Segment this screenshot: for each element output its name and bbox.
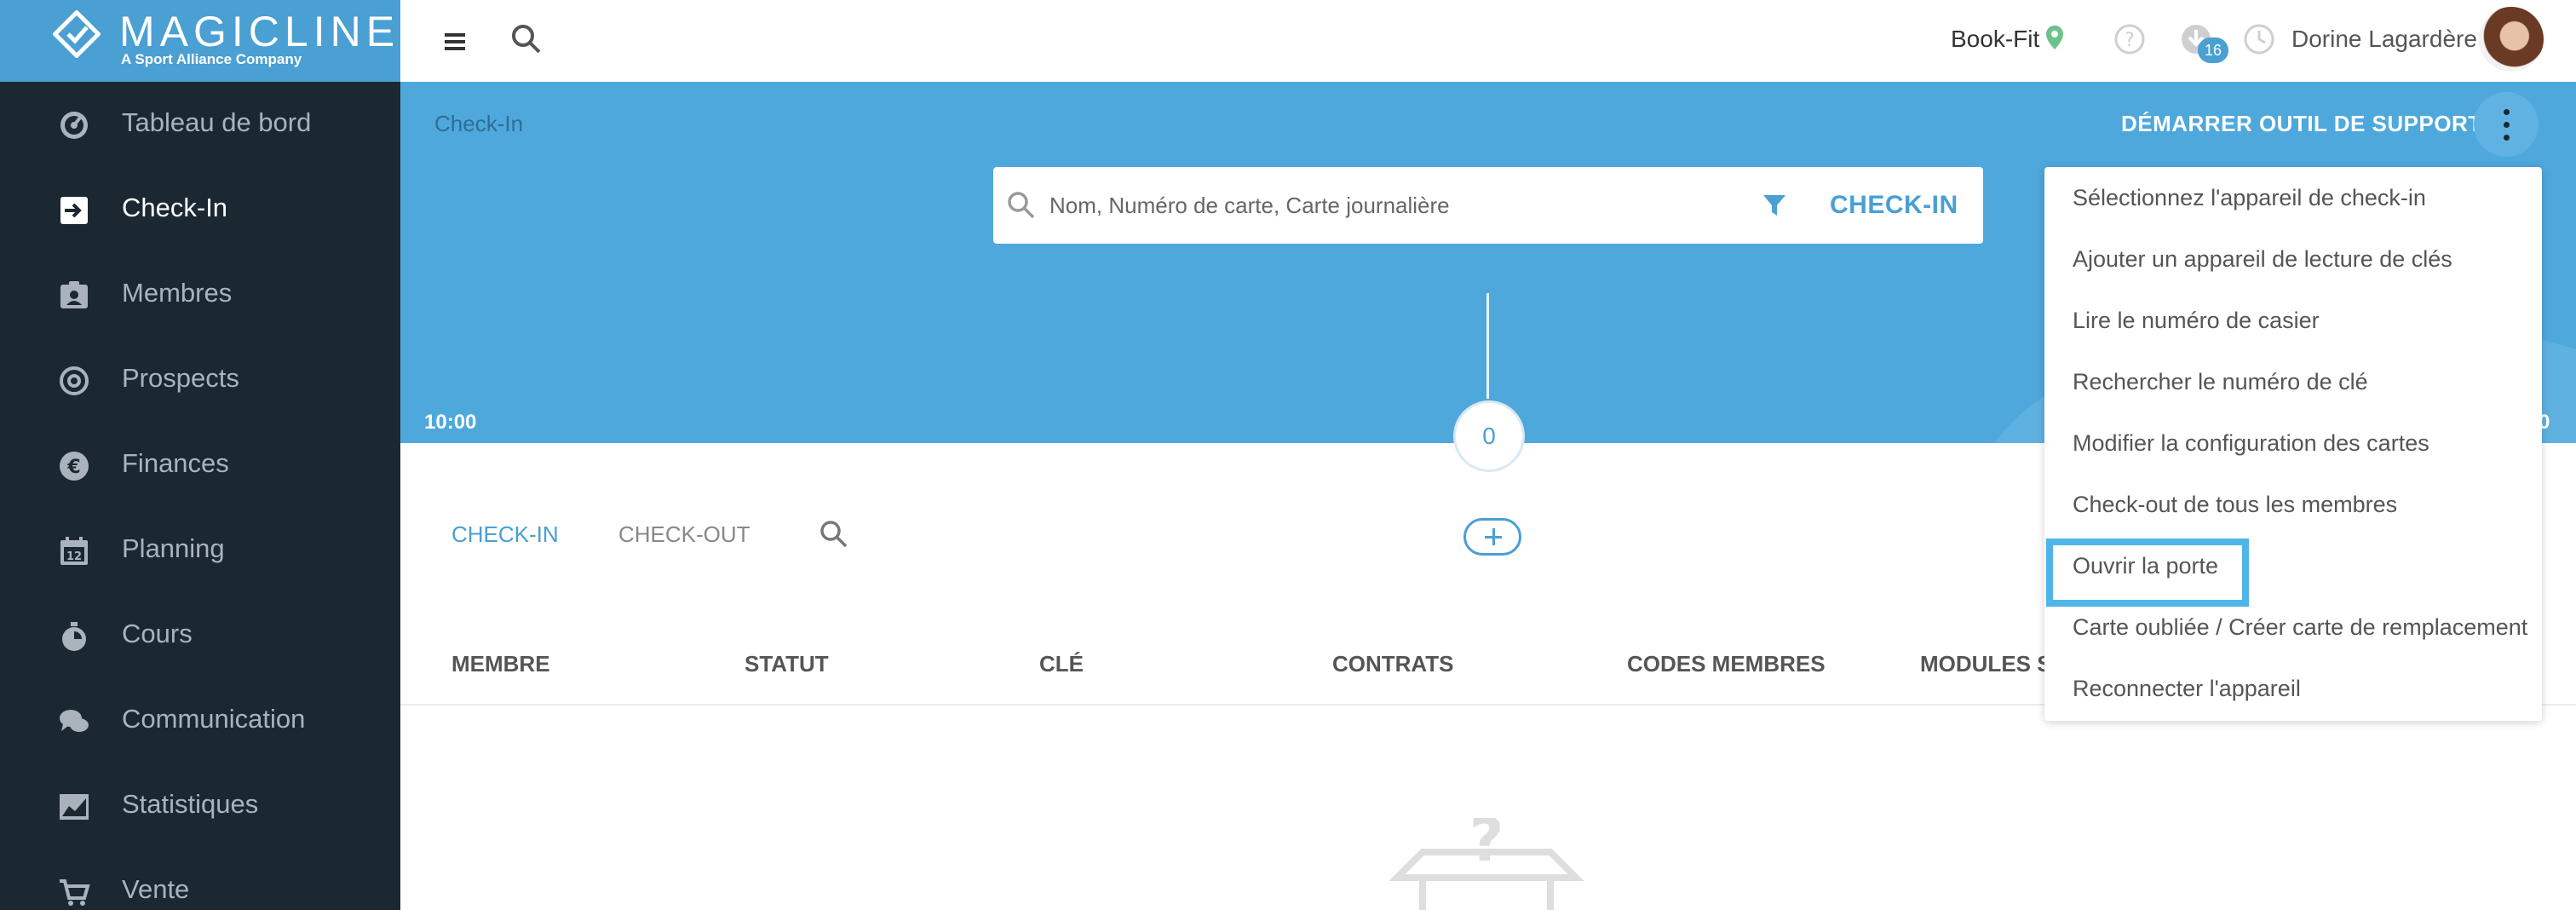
- sign-in-icon: [60, 197, 88, 224]
- svg-text:12: 12: [66, 550, 82, 563]
- sidebar-item-check-in[interactable]: Check-In: [0, 167, 400, 252]
- sidebar-item-label: Finances: [122, 448, 229, 478]
- timeline-start-label: 10:00: [424, 411, 477, 434]
- sidebar-item-label: Check-In: [122, 193, 228, 222]
- member-card-icon: [60, 281, 88, 308]
- kebab-dot-icon: [2504, 109, 2510, 115]
- search-icon: [1008, 192, 1035, 219]
- tab-check-in[interactable]: CHECK-IN: [451, 521, 559, 548]
- more-options-button[interactable]: [2474, 92, 2539, 157]
- checkin-count-circle: 0: [1453, 400, 1525, 472]
- notification-badge: 16: [2198, 37, 2228, 63]
- sidebar-item-communication[interactable]: Communication: [0, 678, 400, 763]
- brand-tagline: A Sport Alliance Company: [121, 51, 302, 67]
- sidebar-item-label: Cours: [122, 619, 193, 648]
- sidebar-item-label: Vente: [122, 874, 190, 904]
- sidebar-item-label: Statistiques: [122, 789, 259, 819]
- menu-item-add-key-reader[interactable]: Ajouter un appareil de lecture de clés: [2044, 228, 2542, 290]
- highlight-box: [2046, 539, 2249, 607]
- euro-icon: €: [60, 452, 89, 481]
- more-options-menu: Sélectionnez l'appareil de check-in Ajou…: [2044, 167, 2542, 721]
- kebab-dot-icon: [2504, 135, 2510, 141]
- menu-item-edit-card-config[interactable]: Modifier la configuration des cartes: [2044, 412, 2542, 474]
- studio-selector[interactable]: Book-Fit: [1951, 26, 2039, 53]
- sidebar-item-finances[interactable]: € Finances: [0, 423, 400, 508]
- sidebar-item-vente[interactable]: Vente: [0, 849, 400, 910]
- chart-icon: [60, 794, 89, 820]
- column-header-cle[interactable]: CLÉ: [1039, 651, 1084, 677]
- menu-item-read-locker-number[interactable]: Lire le numéro de casier: [2044, 290, 2542, 351]
- sidebar-item-label: Tableau de bord: [122, 107, 312, 137]
- sidebar-item-prospects[interactable]: Prospects: [0, 337, 400, 423]
- sidebar-item-label: Membres: [122, 278, 233, 308]
- sidebar-item-label: Planning: [122, 533, 225, 563]
- tab-check-out[interactable]: CHECK-OUT: [618, 521, 750, 548]
- avatar[interactable]: [2479, 7, 2544, 72]
- location-pin-icon: [2046, 26, 2063, 49]
- menu-item-checkout-all-members[interactable]: Check-out de tous les membres: [2044, 474, 2542, 535]
- clock-icon[interactable]: [2242, 22, 2276, 56]
- breadcrumb[interactable]: Check-In: [434, 111, 523, 137]
- start-support-tool-button[interactable]: DÉMARRER OUTIL DE SUPPORT: [2121, 111, 2482, 137]
- checkin-submit-button[interactable]: CHECK-IN: [1830, 191, 1958, 220]
- cart-icon: [60, 879, 90, 906]
- timeline-now-marker: [1486, 293, 1489, 399]
- column-header-codes-membres[interactable]: CODES MEMBRES: [1627, 651, 1826, 677]
- checkin-search-box: CHECK-IN: [993, 167, 1983, 244]
- column-header-statut[interactable]: STATUT: [745, 651, 829, 677]
- search-icon[interactable]: [509, 22, 543, 56]
- checkin-search-input[interactable]: [1049, 186, 1748, 225]
- svg-text:€: €: [66, 457, 80, 478]
- kebab-dot-icon: [2504, 122, 2510, 128]
- menu-item-search-key-number[interactable]: Rechercher le numéro de clé: [2044, 351, 2542, 412]
- sidebar-item-statistiques[interactable]: Statistiques: [0, 763, 400, 849]
- empty-box-icon: ?: [1389, 818, 1584, 910]
- sidebar-item-cours[interactable]: Cours: [0, 593, 400, 678]
- sidebar-item-membres[interactable]: Membres: [0, 252, 400, 337]
- column-header-contrats[interactable]: CONTRATS: [1332, 651, 1454, 677]
- hamburger-menu-icon[interactable]: [438, 26, 472, 56]
- sidebar-nav: Tableau de bord Check-In Membres Prospec…: [0, 82, 400, 910]
- sidebar-item-label: Prospects: [122, 363, 239, 393]
- add-checkin-button[interactable]: [1463, 518, 1521, 556]
- svg-text:?: ?: [2125, 30, 2135, 51]
- help-icon[interactable]: ?: [2113, 22, 2147, 56]
- column-header-membre[interactable]: MEMBRE: [451, 651, 550, 677]
- menu-item-select-checkin-device[interactable]: Sélectionnez l'appareil de check-in: [2044, 167, 2542, 228]
- user-name[interactable]: Dorine Lagardère: [2291, 26, 2477, 53]
- stopwatch-icon: [62, 622, 86, 651]
- magicline-logo-icon: [53, 10, 101, 58]
- top-bar: Book-Fit ? 16 Dorine Lagardère: [400, 0, 2576, 82]
- chat-icon: [60, 710, 89, 732]
- sidebar: MAGICLINE A Sport Alliance Company Table…: [0, 0, 400, 910]
- target-icon: [60, 366, 89, 395]
- filter-icon[interactable]: [1762, 193, 1787, 218]
- calendar-icon: 12: [60, 537, 88, 565]
- logo-area[interactable]: MAGICLINE A Sport Alliance Company: [0, 0, 400, 82]
- sidebar-item-tableau-de-bord[interactable]: Tableau de bord: [0, 82, 400, 167]
- sidebar-item-planning[interactable]: 12 Planning: [0, 508, 400, 593]
- sidebar-item-label: Communication: [122, 704, 306, 734]
- svg-text:?: ?: [1469, 818, 1504, 875]
- brand-name: MAGICLINE: [119, 8, 400, 55]
- menu-item-reconnect-device[interactable]: Reconnecter l'appareil: [2044, 658, 2542, 719]
- search-icon[interactable]: [818, 518, 850, 550]
- dashboard-icon: [60, 112, 88, 139]
